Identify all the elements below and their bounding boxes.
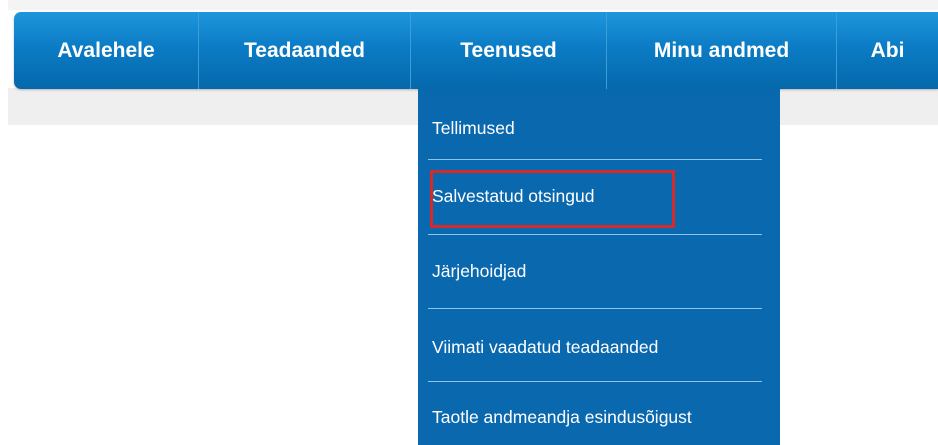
page: Avalehele Teadaanded Teenused Minu andme… — [0, 0, 938, 445]
nav-item-teenused[interactable]: Teenused — [411, 12, 607, 89]
nav-item-avalehele[interactable]: Avalehele — [14, 12, 199, 89]
top-strip — [8, 0, 938, 10]
dropdown-separator — [428, 381, 762, 382]
dropdown-item-viimati-vaadatud[interactable]: Viimati vaadatud teadaanded — [418, 327, 780, 367]
dropdown-separator — [428, 234, 762, 235]
dropdown-item-tellimused[interactable]: Tellimused — [418, 108, 780, 148]
nav-item-abi[interactable]: Abi — [837, 12, 938, 89]
main-navigation: Avalehele Teadaanded Teenused Minu andme… — [14, 12, 938, 89]
nav-item-minu-andmed[interactable]: Minu andmed — [607, 12, 837, 89]
dropdown-item-jarjehoidjad[interactable]: Järjehoidjad — [418, 251, 780, 291]
dropdown-item-taotle-esindusoigust[interactable]: Taotle andmeandja esindusõigust — [418, 397, 780, 437]
services-dropdown-menu: Tellimused Salvestatud otsingud Järjehoi… — [418, 89, 780, 445]
nav-item-teadaanded[interactable]: Teadaanded — [199, 12, 411, 89]
dropdown-separator — [428, 308, 762, 309]
dropdown-separator — [428, 159, 762, 160]
dropdown-item-salvestatud-otsingud[interactable]: Salvestatud otsingud — [418, 176, 780, 216]
